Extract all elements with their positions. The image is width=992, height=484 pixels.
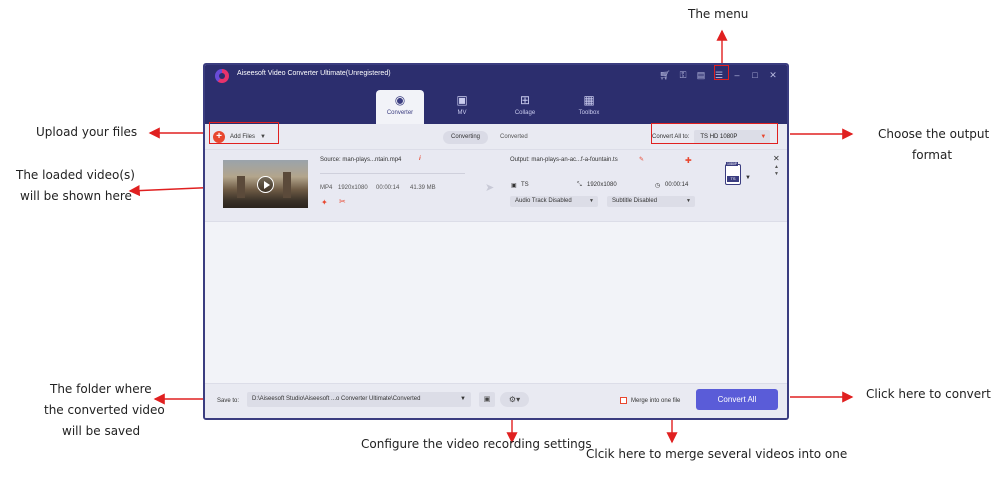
tab-converter-label: Converter (386, 110, 414, 116)
tab-converted[interactable]: Converted (492, 131, 536, 144)
info-icon[interactable]: 𝒊 (419, 156, 421, 163)
annotation-folder-2: the converted video (44, 403, 165, 417)
key-icon[interactable]: ⚿ (677, 68, 689, 82)
annotation-folder-1: The folder where (50, 382, 152, 396)
chevron-down-icon[interactable]: ▼ (745, 175, 751, 181)
output-duration: 00:00:14 (665, 182, 689, 188)
cart-icon[interactable]: 🛒︎ (659, 68, 671, 82)
app-window: Aiseesoft Video Converter Ultimate(Unreg… (203, 63, 789, 420)
source-meta-duration: 00:00:14 (376, 185, 400, 191)
tab-converter[interactable]: ◉ Converter (376, 90, 424, 124)
badge-format: TS (727, 176, 739, 182)
tab-mv[interactable]: ▣ MV (438, 90, 486, 124)
cut-icon[interactable]: ✂ (339, 197, 346, 206)
source-meta-format: MP4 (320, 185, 333, 191)
output-resolution: 1920x1080 (587, 182, 617, 188)
footer-bar: Save to: D:\Aiseesoft Studio\Aiseesoft .… (205, 383, 787, 418)
tab-converting[interactable]: Converting (443, 131, 489, 144)
output-format-badge[interactable]: 1080P TS (725, 162, 741, 185)
status-switch: Converting Converted (443, 131, 536, 144)
source-filename: Source: man-plays...ntain.mp4 (320, 157, 402, 163)
tab-collage-label: Collage (514, 110, 536, 116)
open-folder-icon[interactable]: ▣ (479, 392, 495, 407)
save-path-value: D:\Aiseesoft Studio\Aiseesoft ...o Conve… (252, 396, 421, 402)
edit-icon[interactable]: ✎ (639, 156, 644, 163)
save-path-select[interactable]: D:\Aiseesoft Studio\Aiseesoft ...o Conve… (247, 392, 471, 407)
converter-icon: ◉ (394, 93, 406, 107)
enhance-icon[interactable]: ✦ (321, 198, 328, 207)
tab-mv-label: MV (457, 110, 467, 116)
chat-icon[interactable]: ▤ (695, 68, 707, 82)
close-icon[interactable]: ✕ (767, 68, 779, 82)
output-format: TS (521, 182, 529, 188)
mv-icon: ▣ (456, 93, 468, 107)
resolution-icon: ⤡ (577, 182, 582, 188)
maximize-icon[interactable]: □ (749, 68, 761, 82)
merge-label: Merge into one file (631, 397, 681, 404)
convert-all-button[interactable]: Convert All (696, 389, 778, 410)
settings-gear-icon[interactable]: ⚙▾ (500, 392, 529, 407)
annotation-loaded-2: will be shown here (20, 189, 132, 203)
toolbox-icon: ▦ (583, 93, 595, 107)
remove-icon[interactable]: ✕ (773, 154, 780, 163)
title-bar: Aiseesoft Video Converter Ultimate(Unreg… (205, 65, 787, 87)
annotation-merge: Clcik here to merge several videos into … (586, 447, 848, 461)
video-list-item: Source: man-plays...ntain.mp4 𝒊 MP4 1920… (205, 150, 787, 222)
tab-toolbox-label: Toolbox (578, 110, 600, 116)
annotation-output-1: Choose the output (878, 127, 990, 141)
annotation-menu: The menu (688, 7, 749, 21)
arrow-right-icon: ➤ (485, 182, 495, 194)
annotation-folder-3: will be saved (62, 424, 141, 438)
move-up-icon[interactable]: ▲ (774, 164, 779, 170)
clock-icon: ◷ (655, 183, 661, 189)
collage-icon: ⊞ (519, 93, 531, 107)
app-title: Aiseesoft Video Converter Ultimate(Unreg… (237, 70, 391, 77)
tab-collage[interactable]: ⊞ Collage (501, 90, 549, 124)
annotation-output-2: format (912, 148, 953, 162)
compress-icon[interactable]: ✚ (685, 156, 692, 165)
subtitle-select[interactable]: Subtitle Disabled ▼ (607, 196, 695, 207)
annotation-recording: Configure the video recording settings (361, 437, 592, 451)
annotation-upload: Upload your files (36, 125, 138, 139)
source-meta-size: 41.39 MB (410, 185, 436, 191)
play-icon[interactable] (257, 176, 274, 193)
divider (320, 173, 465, 174)
output-filename: Output: man-plays-an-ac...f-a-fountain.t… (510, 157, 618, 163)
highlight-add-files (209, 122, 279, 144)
merge-checkbox[interactable] (620, 397, 627, 404)
move-down-icon[interactable]: ▼ (774, 171, 779, 177)
annotation-loaded-1: The loaded video(s) (16, 168, 135, 182)
highlight-menu (714, 65, 729, 80)
merge-option[interactable]: Merge into one file (620, 397, 680, 404)
chevron-down-icon: ▼ (460, 396, 466, 402)
film-icon: ▣ (511, 183, 517, 189)
highlight-format (651, 123, 778, 144)
annotation-convert: Click here to convert (866, 387, 991, 401)
subtitle-value: Subtitle Disabled (612, 198, 658, 204)
chevron-down-icon: ▼ (589, 198, 594, 204)
chevron-down-icon: ▼ (686, 198, 691, 204)
video-thumbnail[interactable] (223, 160, 308, 208)
main-tabs: ◉ Converter ▣ MV ⊞ Collage ▦ Toolbox (205, 87, 787, 124)
save-to-label: Save to: (217, 398, 240, 404)
badge-resolution: 1080P (726, 162, 739, 166)
app-logo-icon (215, 69, 229, 83)
audio-track-value: Audio Track Disabled (515, 198, 572, 204)
source-meta-resolution: 1920x1080 (338, 185, 368, 191)
tab-toolbox[interactable]: ▦ Toolbox (565, 90, 613, 124)
minimize-icon[interactable]: – (731, 68, 743, 82)
audio-track-select[interactable]: Audio Track Disabled ▼ (510, 196, 598, 207)
